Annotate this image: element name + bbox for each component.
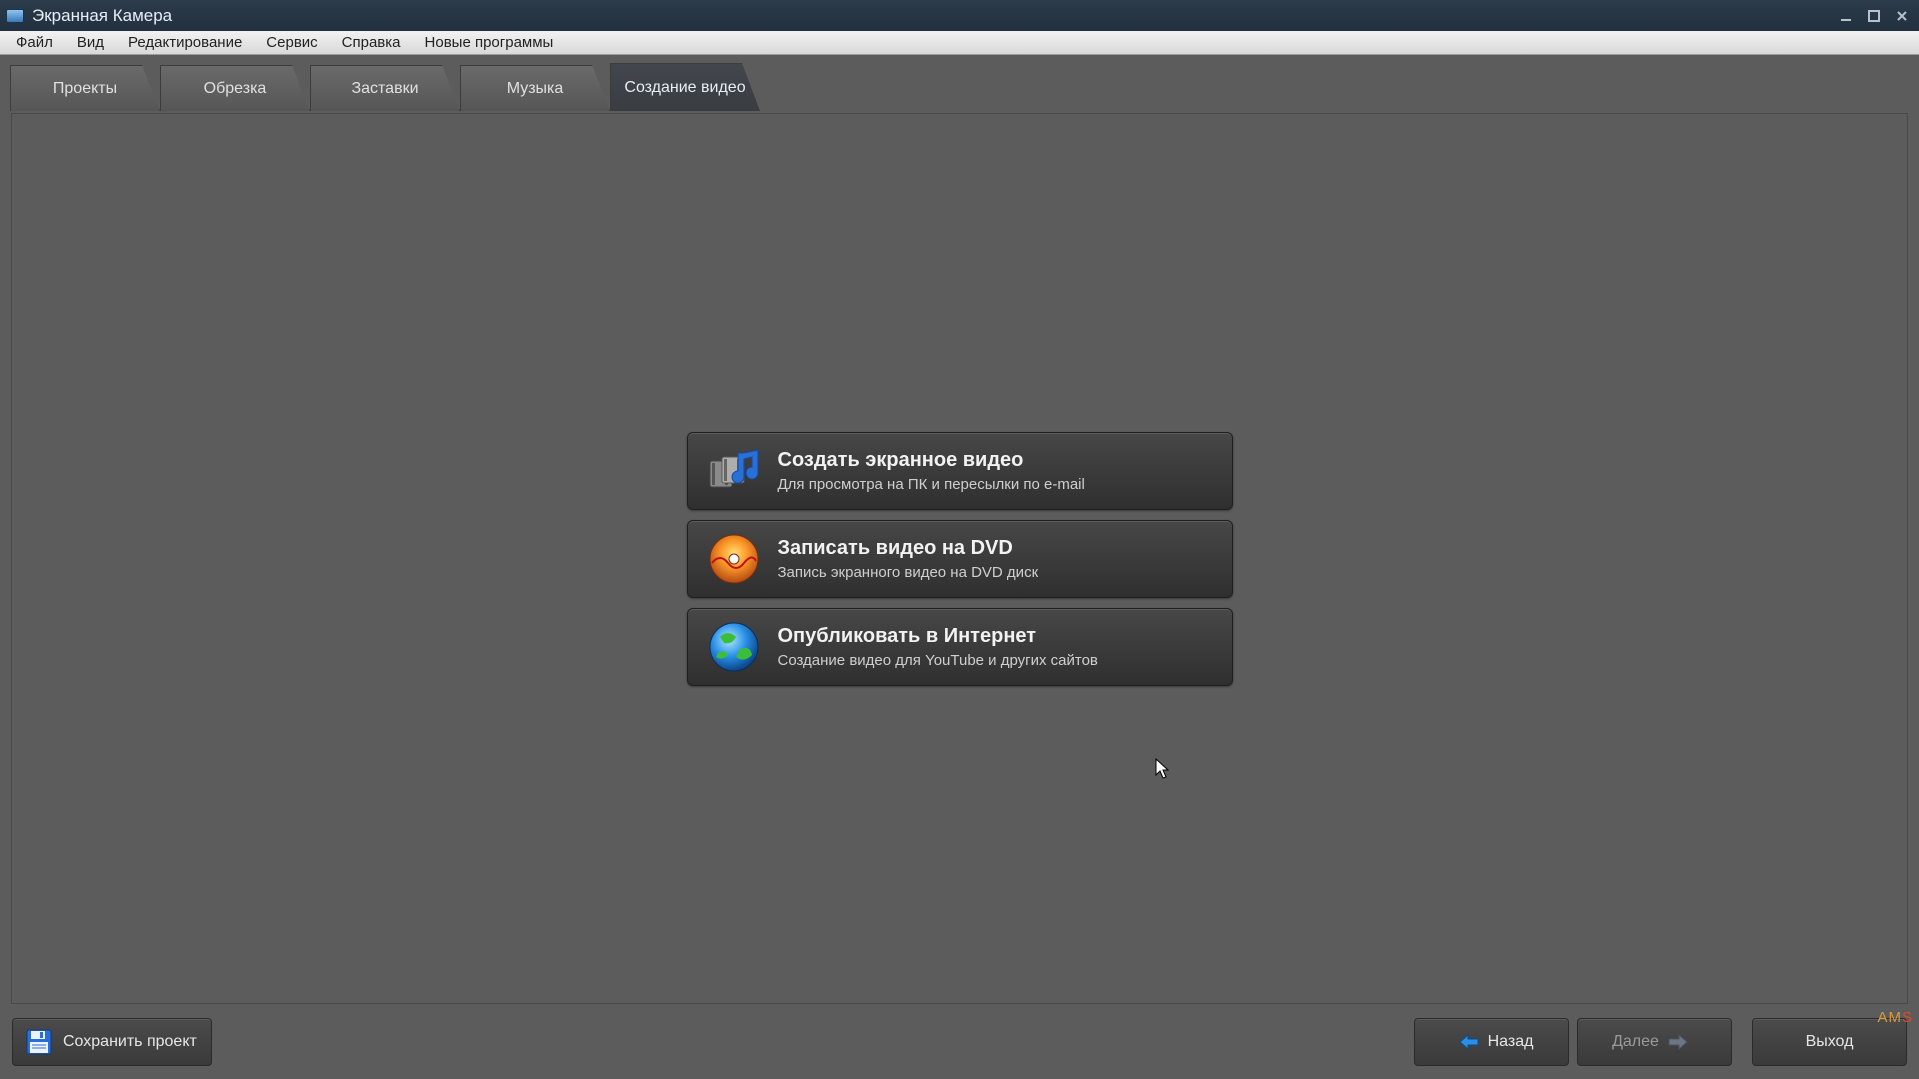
arrow-right-icon <box>1667 1033 1689 1051</box>
tab-label: Заставки <box>351 80 418 98</box>
menu-service[interactable]: Сервис <box>254 31 329 54</box>
tab-label: Создание видео <box>624 79 745 97</box>
back-label: Назад <box>1488 1033 1534 1051</box>
ams-brand: AMS <box>1877 1009 1913 1027</box>
close-button[interactable] <box>1891 5 1913 27</box>
option-desc: Запись экранного видео на DVD диск <box>778 564 1039 581</box>
menu-file[interactable]: Файл <box>4 31 65 54</box>
save-label: Сохранить проект <box>63 1033 197 1051</box>
app-icon <box>6 9 24 23</box>
tab-label: Проекты <box>53 80 117 98</box>
option-title: Записать видео на DVD <box>778 537 1039 560</box>
option-burn-dvd[interactable]: Записать видео на DVD Запись экранного в… <box>687 520 1233 598</box>
tab-projects[interactable]: Проекты <box>10 65 160 111</box>
minimize-button[interactable] <box>1835 5 1857 27</box>
bottombar: Сохранить проект Назад Далее Выход <box>0 1004 1919 1079</box>
back-button[interactable]: Назад <box>1414 1018 1569 1066</box>
dvd-disc-icon <box>706 531 762 587</box>
save-project-button[interactable]: Сохранить проект <box>12 1018 212 1066</box>
next-label: Далее <box>1612 1033 1659 1051</box>
brand-am: AM <box>1877 1009 1902 1026</box>
tab-music[interactable]: Музыка <box>460 65 610 111</box>
tab-create-video[interactable]: Создание видео <box>610 63 760 111</box>
menu-help[interactable]: Справка <box>330 31 413 54</box>
globe-icon <box>706 619 762 675</box>
tabstrip: Проекты Обрезка Заставки Музыка Создание… <box>0 55 1919 111</box>
menu-view[interactable]: Вид <box>65 31 116 54</box>
tab-label: Музыка <box>507 80 564 98</box>
window-title: Экранная Камера <box>32 6 1829 26</box>
option-title: Опубликовать в Интернет <box>778 625 1098 648</box>
tab-crop[interactable]: Обрезка <box>160 65 310 111</box>
brand-s: S <box>1902 1009 1913 1026</box>
main-panel: Создать экранное видео Для просмотра на … <box>11 113 1908 1004</box>
option-list: Создать экранное видео Для просмотра на … <box>687 422 1233 696</box>
film-music-icon <box>706 443 762 499</box>
option-desc: Для просмотра на ПК и пересылки по e-mai… <box>778 476 1085 493</box>
minimize-icon <box>1840 10 1852 22</box>
menu-new-programs[interactable]: Новые программы <box>413 31 566 54</box>
menu-edit[interactable]: Редактирование <box>116 31 254 54</box>
tab-label: Обрезка <box>204 80 267 98</box>
arrow-left-icon <box>1458 1033 1480 1051</box>
close-icon <box>1896 10 1908 22</box>
next-button: Далее <box>1577 1018 1732 1066</box>
titlebar: Экранная Камера <box>0 0 1919 31</box>
option-publish-internet[interactable]: Опубликовать в Интернет Создание видео д… <box>687 608 1233 686</box>
maximize-icon <box>1868 10 1880 22</box>
exit-label: Выход <box>1806 1033 1854 1051</box>
option-create-screen-video[interactable]: Создать экранное видео Для просмотра на … <box>687 432 1233 510</box>
option-desc: Создание видео для YouTube и других сайт… <box>778 652 1098 669</box>
tab-intros[interactable]: Заставки <box>310 65 460 111</box>
menubar: Файл Вид Редактирование Сервис Справка Н… <box>0 31 1919 55</box>
option-title: Создать экранное видео <box>778 449 1085 472</box>
maximize-button[interactable] <box>1863 5 1885 27</box>
floppy-disk-icon <box>25 1028 53 1056</box>
